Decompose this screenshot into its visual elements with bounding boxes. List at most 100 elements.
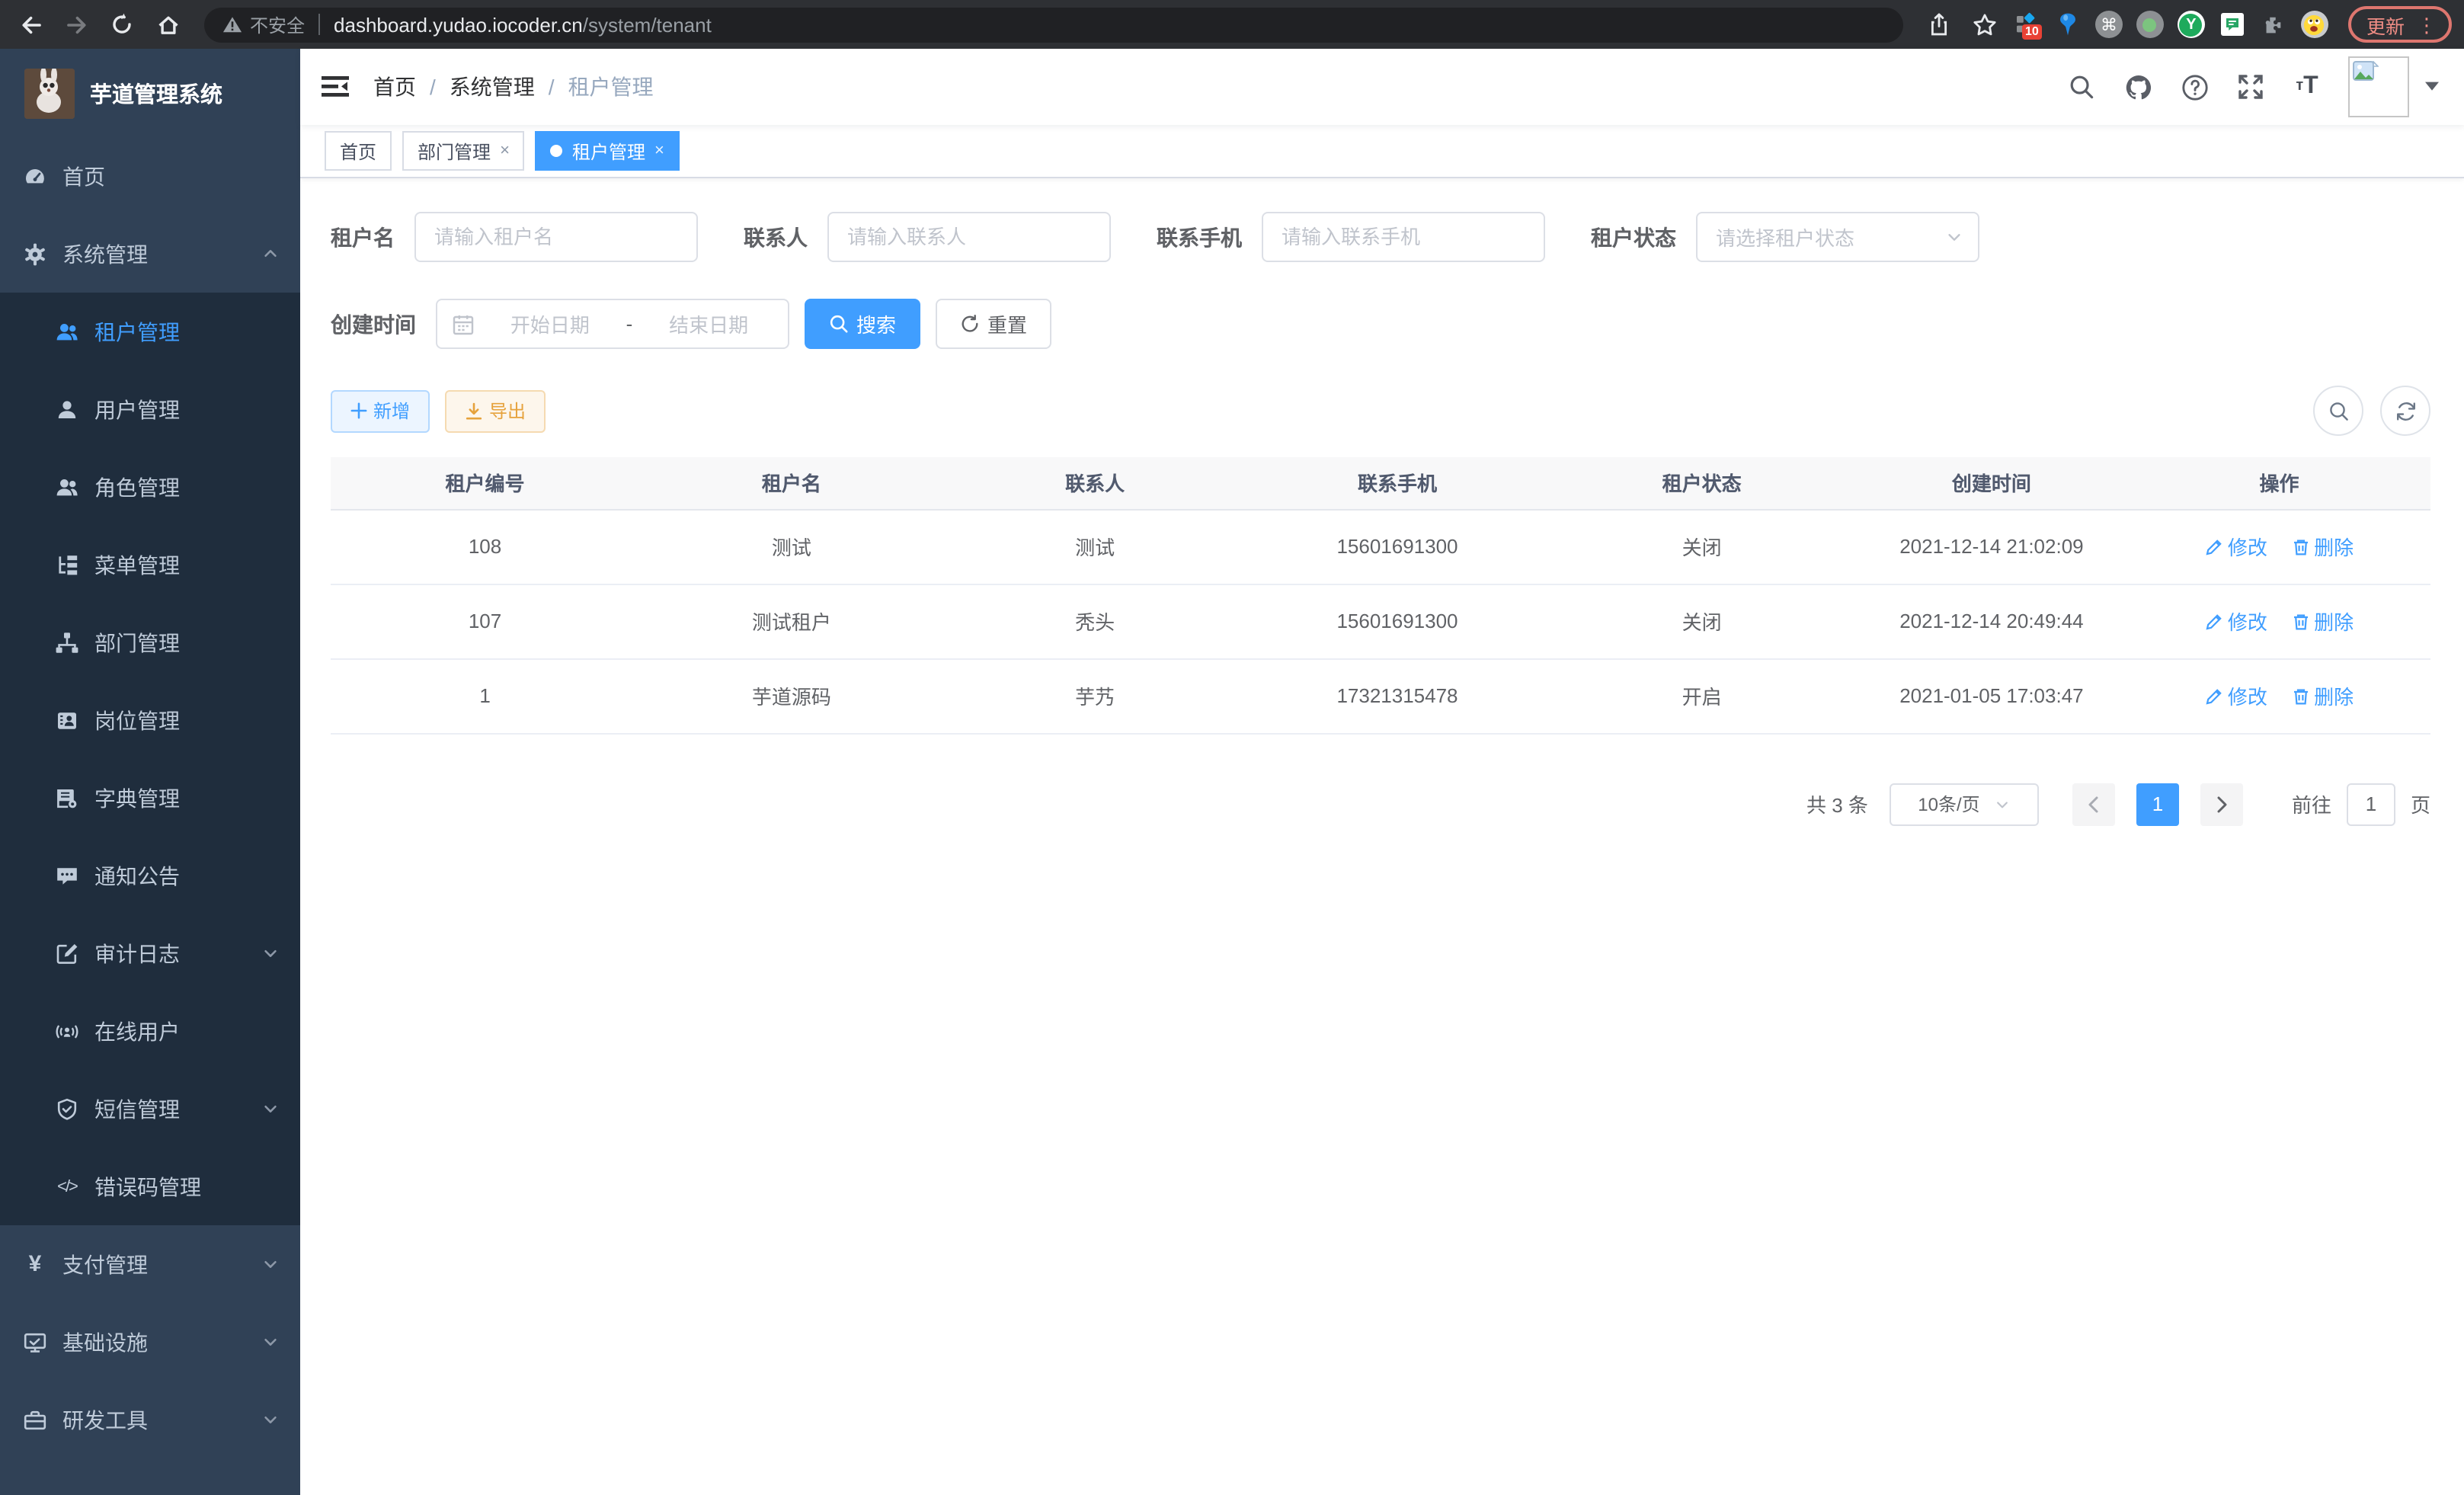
breadcrumb-system[interactable]: 系统管理 bbox=[450, 72, 535, 102]
url-text[interactable]: dashboard.yudao.iocoder.cn/system/tenant bbox=[334, 13, 712, 36]
tag-home[interactable]: 首页 bbox=[325, 131, 392, 171]
sidebar-item-online-users[interactable]: 在线用户 bbox=[0, 992, 300, 1070]
extension-grid-icon[interactable]: 10 bbox=[2013, 11, 2040, 38]
sidebar-item-role[interactable]: 角色管理 bbox=[0, 448, 300, 526]
show-search-button[interactable] bbox=[2313, 386, 2363, 436]
extension-emoji-icon[interactable] bbox=[2301, 11, 2328, 38]
browser-update-button[interactable]: 更新 ⋮ bbox=[2348, 6, 2452, 43]
address-bar[interactable]: 不安全 dashboard.yudao.iocoder.cn/system/te… bbox=[204, 7, 1903, 42]
status-select[interactable]: 请选择租户状态 bbox=[1696, 212, 1979, 262]
sidebar-item-infra[interactable]: 基础设施 bbox=[0, 1303, 300, 1381]
extension-chat-icon[interactable] bbox=[2219, 11, 2246, 38]
sidebar-item-sms[interactable]: 短信管理 bbox=[0, 1070, 300, 1148]
extension-clover-icon[interactable]: ⌘ bbox=[2095, 11, 2123, 38]
filter-row-2: 创建时间 开始日期 - 结束日期 搜索 重置 bbox=[331, 299, 2430, 349]
sidebar-item-user[interactable]: 用户管理 bbox=[0, 370, 300, 448]
breadcrumb: 首页 / 系统管理 / 租户管理 bbox=[373, 72, 2066, 102]
github-icon[interactable] bbox=[2123, 72, 2153, 102]
table-toolbar: 新增 导出 bbox=[331, 386, 2430, 436]
url-separator bbox=[318, 14, 320, 35]
sidebar-item-menu-mgmt[interactable]: 菜单管理 bbox=[0, 526, 300, 603]
reload-icon[interactable] bbox=[104, 6, 140, 43]
fullscreen-icon[interactable] bbox=[2235, 72, 2266, 102]
extension-puzzle-icon[interactable] bbox=[2260, 11, 2287, 38]
sidebar-item-dept[interactable]: 部门管理 bbox=[0, 603, 300, 681]
reset-button[interactable]: 重置 bbox=[936, 299, 1051, 349]
share-icon[interactable] bbox=[1922, 6, 1958, 43]
refresh-table-button[interactable] bbox=[2380, 386, 2430, 436]
extension-y-icon[interactable]: Y bbox=[2178, 11, 2205, 38]
code-icon: </> bbox=[55, 1174, 79, 1199]
table-row: 107 测试租户 秃头 15601691300 关闭 2021-12-14 20… bbox=[331, 584, 2430, 658]
sidebar-item-dev-tools[interactable]: 研发工具 bbox=[0, 1381, 300, 1458]
close-icon[interactable]: × bbox=[500, 142, 510, 160]
status-label: 租户状态 bbox=[1591, 222, 1676, 252]
close-icon[interactable]: × bbox=[654, 142, 664, 160]
sidebar-collapse-icon[interactable] bbox=[318, 70, 352, 104]
sidebar: 芋道管理系统 首页 系统管理 bbox=[0, 49, 300, 1495]
sidebar-item-post[interactable]: 岗位管理 bbox=[0, 681, 300, 759]
search-button[interactable]: 搜索 bbox=[805, 299, 920, 349]
sidebar-item-pay[interactable]: ¥ 支付管理 bbox=[0, 1225, 300, 1303]
avatar[interactable] bbox=[2348, 56, 2409, 117]
edit-link[interactable]: 修改 bbox=[2205, 681, 2267, 710]
trash-icon bbox=[2291, 537, 2309, 555]
sidebar-item-error-code[interactable]: </> 错误码管理 bbox=[0, 1148, 300, 1225]
forward-icon[interactable] bbox=[58, 6, 94, 43]
page-number-current[interactable]: 1 bbox=[2136, 783, 2179, 825]
delete-link[interactable]: 删除 bbox=[2291, 681, 2354, 710]
download-icon bbox=[465, 402, 483, 420]
export-button[interactable]: 导出 bbox=[445, 389, 546, 432]
next-page-button[interactable] bbox=[2200, 783, 2243, 825]
contact-input[interactable] bbox=[827, 212, 1111, 262]
monitor-icon bbox=[23, 1330, 47, 1354]
sidebar-item-dict[interactable]: 字典管理 bbox=[0, 759, 300, 837]
edit-link[interactable]: 修改 bbox=[2205, 532, 2267, 561]
tag-dept[interactable]: 部门管理× bbox=[402, 131, 525, 171]
edit-link[interactable]: 修改 bbox=[2205, 607, 2267, 635]
date-range-picker[interactable]: 开始日期 - 结束日期 bbox=[436, 299, 789, 349]
extension-dot-icon[interactable] bbox=[2136, 11, 2164, 38]
app-logo[interactable]: 芋道管理系统 bbox=[0, 49, 300, 137]
url-path: /system/tenant bbox=[583, 13, 712, 36]
home-icon[interactable] bbox=[149, 6, 186, 43]
sidebar-item-audit-log[interactable]: 审计日志 bbox=[0, 914, 300, 992]
header-search-icon[interactable] bbox=[2066, 72, 2097, 102]
extension-pin-icon[interactable] bbox=[2054, 11, 2082, 38]
page-size-select[interactable]: 10条/页 bbox=[1890, 783, 2039, 825]
edit-icon bbox=[2205, 687, 2223, 705]
back-icon[interactable] bbox=[12, 6, 49, 43]
user-menu[interactable] bbox=[2348, 56, 2440, 117]
help-icon[interactable] bbox=[2179, 72, 2210, 102]
col-phone: 联系手机 bbox=[1246, 457, 1549, 509]
trash-icon bbox=[2291, 687, 2309, 705]
tenant-name-input[interactable] bbox=[414, 212, 698, 262]
breadcrumb-home[interactable]: 首页 bbox=[373, 72, 416, 102]
shield-check-icon bbox=[55, 1096, 79, 1121]
delete-link[interactable]: 删除 bbox=[2291, 607, 2354, 635]
pagination: 共 3 条 10条/页 1 前往 页 bbox=[331, 783, 2430, 825]
toolbox-icon bbox=[23, 1407, 47, 1432]
phone-input[interactable] bbox=[1262, 212, 1545, 262]
top-navbar: 首页 / 系统管理 / 租户管理 bbox=[300, 49, 2464, 125]
sidebar-item-notice[interactable]: 通知公告 bbox=[0, 837, 300, 914]
delete-link[interactable]: 删除 bbox=[2291, 532, 2354, 561]
browser-menu-icon[interactable]: ⋮ bbox=[2417, 14, 2437, 34]
goto-page-input[interactable] bbox=[2347, 783, 2395, 825]
add-button[interactable]: 新增 bbox=[331, 389, 430, 432]
table-row: 1 芋道源码 芋艿 17321315478 开启 2021-01-05 17:0… bbox=[331, 658, 2430, 733]
sidebar-item-home[interactable]: 首页 bbox=[0, 137, 300, 215]
col-tenant-id: 租户编号 bbox=[331, 457, 639, 509]
prev-page-button[interactable] bbox=[2072, 783, 2115, 825]
font-size-icon[interactable]: тT bbox=[2292, 72, 2322, 102]
breadcrumb-current: 租户管理 bbox=[568, 72, 654, 102]
yen-icon: ¥ bbox=[23, 1252, 47, 1276]
bookmark-star-icon[interactable] bbox=[1967, 6, 2004, 43]
tag-tenant[interactable]: 租户管理× bbox=[536, 131, 680, 171]
security-indicator[interactable]: 不安全 bbox=[222, 11, 305, 37]
status-value: 关闭 bbox=[1548, 584, 1854, 658]
browser-toolbar: 不安全 dashboard.yudao.iocoder.cn/system/te… bbox=[0, 0, 2464, 49]
sidebar-item-tenant[interactable]: 租户管理 bbox=[0, 293, 300, 370]
sidebar-item-system[interactable]: 系统管理 bbox=[0, 215, 300, 293]
start-date-placeholder: 开始日期 bbox=[486, 309, 614, 338]
